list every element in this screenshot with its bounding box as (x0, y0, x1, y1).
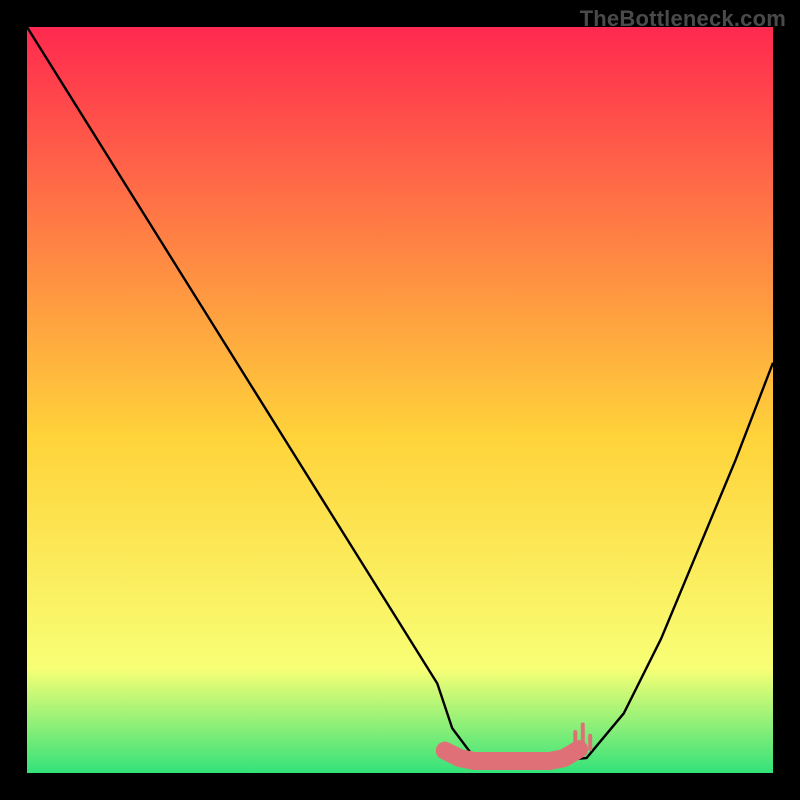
accent-band (27, 27, 773, 773)
chart-frame: TheBottleneck.com (0, 0, 800, 800)
plot-area (27, 27, 773, 773)
